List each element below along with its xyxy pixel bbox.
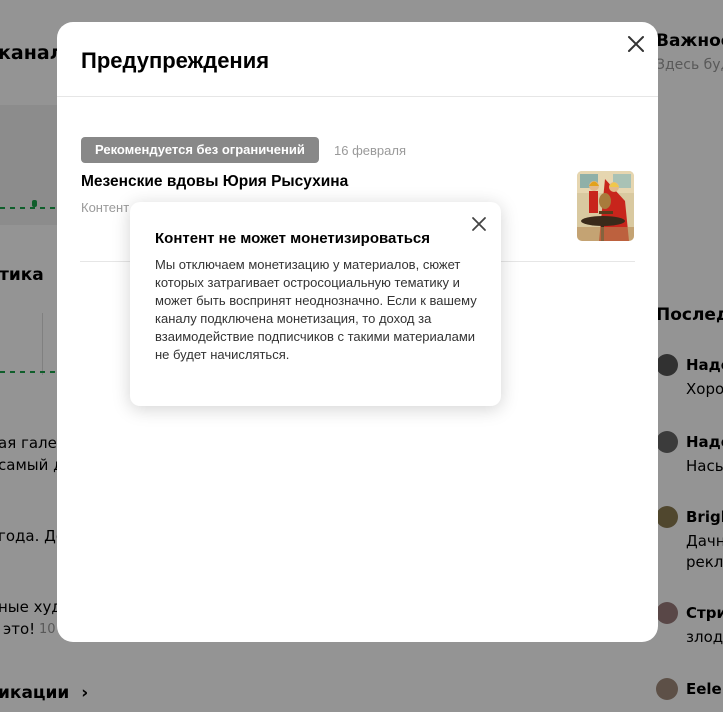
publication-subtitle: Контент	[81, 200, 130, 215]
modal-title: Предупреждения	[81, 48, 270, 73]
monetization-tooltip: Контент не может монетизироваться Мы отк…	[130, 202, 501, 406]
warning-date: 16 февраля	[334, 143, 406, 158]
painting-thumbnail	[577, 171, 634, 241]
publication-title[interactable]: Мезенские вдовы Юрия Рысухина	[81, 173, 348, 191]
tooltip-title: Контент не может монетизироваться	[155, 230, 431, 247]
publication-thumbnail[interactable]	[577, 171, 634, 241]
close-icon	[624, 32, 648, 56]
tooltip-close-button[interactable]	[470, 215, 488, 233]
divider	[57, 96, 658, 97]
tooltip-body: Мы отключаем монетизацию у материалов, с…	[155, 257, 477, 362]
status-badge[interactable]: Рекомендуется без ограничений	[81, 137, 319, 163]
modal-close-button[interactable]	[624, 32, 648, 56]
close-icon	[470, 215, 488, 233]
